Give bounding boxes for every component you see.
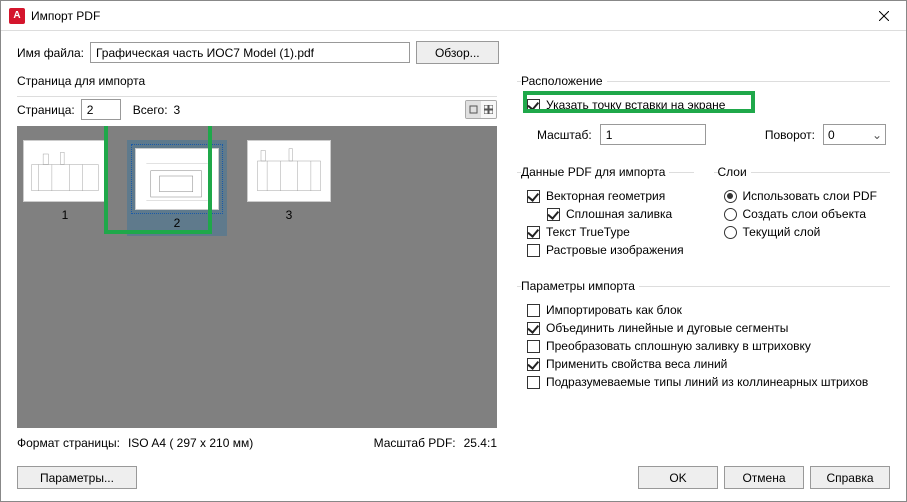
view-grid-button[interactable] bbox=[481, 101, 496, 118]
import-params-group: Параметры импорта Импортировать как блок… bbox=[517, 279, 890, 397]
thumbs-row: 1 2 bbox=[17, 126, 497, 236]
chevron-down-icon: ⌄ bbox=[869, 128, 885, 142]
solid-label: Сплошная заливка bbox=[566, 207, 672, 221]
scale-input[interactable] bbox=[600, 124, 706, 145]
pdf-data-group: Данные PDF для импорта Векторная геометр… bbox=[517, 165, 694, 265]
truetype-label: Текст TrueType bbox=[546, 225, 630, 239]
apply-weight-label: Применить свойства веса линий bbox=[546, 357, 727, 371]
browse-button[interactable]: Обзор... bbox=[416, 41, 499, 64]
filename-row: Имя файла: Обзор... bbox=[17, 41, 890, 64]
total-value: 3 bbox=[174, 103, 181, 117]
cancel-button[interactable]: Отмена bbox=[724, 466, 804, 489]
filename-input[interactable] bbox=[90, 42, 410, 63]
use-pdf-layers-radio[interactable] bbox=[724, 190, 737, 203]
thumb-2-label: 2 bbox=[174, 216, 181, 230]
join-checkbox[interactable] bbox=[527, 322, 540, 335]
app-icon: A bbox=[9, 8, 25, 24]
page-row: Страница: Всего: 3 bbox=[17, 99, 497, 120]
thumb-3-image bbox=[247, 140, 331, 202]
infer-linetypes-checkbox[interactable] bbox=[527, 376, 540, 389]
specify-point-row: Указать точку вставки на экране bbox=[521, 96, 886, 114]
page-import-legend: Страница для импорта bbox=[17, 74, 149, 88]
main-area: Страница для импорта Страница: Всего: 3 bbox=[17, 74, 890, 456]
solid-checkbox[interactable] bbox=[547, 208, 560, 221]
rotation-input[interactable] bbox=[824, 128, 869, 142]
raster-checkbox[interactable] bbox=[527, 244, 540, 257]
specify-point-checkbox[interactable] bbox=[527, 99, 540, 112]
convert-solid-label: Преобразовать сплошную заливку в штрихов… bbox=[546, 339, 811, 353]
thumb-3[interactable]: 3 bbox=[247, 140, 331, 222]
close-button[interactable] bbox=[861, 2, 906, 30]
specify-point-label: Указать точку вставки на экране bbox=[546, 98, 725, 112]
apply-weight-checkbox[interactable] bbox=[527, 358, 540, 371]
layers-legend: Слои bbox=[718, 165, 751, 179]
page-format-value: ISO A4 ( 297 x 210 мм) bbox=[128, 436, 253, 450]
params-button[interactable]: Параметры... bbox=[17, 466, 137, 489]
convert-solid-checkbox[interactable] bbox=[527, 340, 540, 353]
ok-button[interactable]: OK bbox=[638, 466, 718, 489]
dialog-window: A Импорт PDF Имя файла: Обзор... Страниц… bbox=[0, 0, 907, 502]
view-single-button[interactable] bbox=[466, 101, 481, 118]
thumb-3-label: 3 bbox=[286, 208, 293, 222]
titlebar: A Импорт PDF bbox=[1, 1, 906, 31]
infer-linetypes-label: Подразумеваемые типы линий из коллинеарн… bbox=[546, 375, 868, 389]
dialog-title: Импорт PDF bbox=[31, 9, 861, 23]
scale-pdf-label: Масштаб PDF: bbox=[374, 436, 456, 450]
as-block-checkbox[interactable] bbox=[527, 304, 540, 317]
dialog-content: Имя файла: Обзор... Страница для импорта… bbox=[1, 31, 906, 501]
page-label: Страница: bbox=[17, 103, 75, 117]
pdf-data-legend: Данные PDF для импорта bbox=[521, 165, 669, 179]
thumb-1[interactable]: 1 bbox=[23, 140, 107, 222]
scale-label: Масштаб: bbox=[537, 128, 592, 142]
as-block-label: Импортировать как блок bbox=[546, 303, 682, 317]
create-obj-layers-radio[interactable] bbox=[724, 208, 737, 221]
thumb-1-image bbox=[23, 140, 107, 202]
page-input[interactable] bbox=[81, 99, 121, 120]
filename-label: Имя файла: bbox=[17, 46, 84, 60]
create-obj-layers-label: Создать слои объекта bbox=[743, 207, 867, 221]
truetype-checkbox[interactable] bbox=[527, 226, 540, 239]
view-toggle bbox=[465, 100, 497, 119]
location-group: Расположение Указать точку вставки на эк… bbox=[517, 74, 890, 151]
vector-checkbox[interactable] bbox=[527, 190, 540, 203]
right-pane: Расположение Указать точку вставки на эк… bbox=[517, 74, 890, 456]
view-grid-icon bbox=[484, 105, 493, 114]
layers-group: Слои Использовать слои PDF Создать слои … bbox=[714, 165, 891, 265]
page-format-row: Формат страницы: ISO A4 ( 297 x 210 мм) … bbox=[17, 436, 497, 450]
left-pane: Страница для импорта Страница: Всего: 3 bbox=[17, 74, 497, 456]
view-single-icon bbox=[469, 105, 478, 114]
total-label: Всего: bbox=[133, 103, 168, 117]
thumb-2[interactable]: 2 bbox=[135, 148, 219, 230]
help-button[interactable]: Справка bbox=[810, 466, 890, 489]
use-pdf-layers-label: Использовать слои PDF bbox=[743, 189, 877, 203]
vector-label: Векторная геометрия bbox=[546, 189, 665, 203]
thumb-1-label: 1 bbox=[62, 208, 69, 222]
current-layer-label: Текущий слой bbox=[743, 225, 821, 239]
import-params-legend: Параметры импорта bbox=[521, 279, 639, 293]
rotation-dropdown[interactable]: ⌄ bbox=[823, 124, 886, 145]
close-icon bbox=[879, 11, 889, 21]
location-legend: Расположение bbox=[521, 74, 607, 88]
rotation-label: Поворот: bbox=[765, 128, 815, 142]
join-label: Объединить линейные и дуговые сегменты bbox=[546, 321, 788, 335]
thumb-2-selected-wrap: 2 bbox=[127, 140, 227, 236]
raster-label: Растровые изображения bbox=[546, 243, 684, 257]
scale-rotation-row: Масштаб: Поворот: ⌄ bbox=[521, 124, 886, 145]
bottom-row: Параметры... OK Отмена Справка bbox=[17, 466, 890, 489]
current-layer-radio[interactable] bbox=[724, 226, 737, 239]
page-format-label: Формат страницы: bbox=[17, 436, 120, 450]
thumb-2-image bbox=[135, 148, 219, 210]
data-layers-row: Данные PDF для импорта Векторная геометр… bbox=[517, 165, 890, 271]
preview-area[interactable]: 1 2 bbox=[17, 126, 497, 428]
scale-pdf-value: 25.4:1 bbox=[464, 436, 497, 450]
